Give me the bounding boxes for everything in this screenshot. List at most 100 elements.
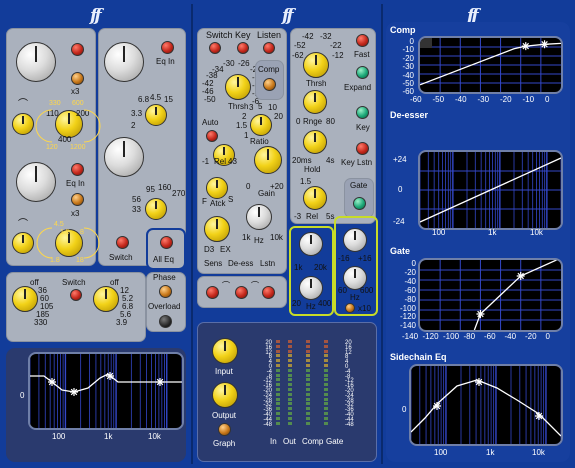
comp-key-button[interactable]	[237, 42, 249, 54]
grel-s-1: -3	[294, 212, 302, 221]
hpf-knob[interactable]	[12, 286, 38, 312]
input-knob[interactable]	[212, 338, 238, 364]
deess-d3-label: D3	[204, 245, 215, 254]
meter-segment	[306, 416, 310, 420]
deess-sens-knob[interactable]	[204, 216, 230, 242]
comp-threshold-knob[interactable]	[225, 74, 251, 100]
meter-segment	[324, 344, 328, 348]
eq-low-gain-knob[interactable]	[16, 42, 56, 82]
gate-range-knob[interactable]	[303, 90, 327, 114]
separator-right	[381, 4, 383, 464]
atck-s-1: S	[228, 195, 234, 204]
gate-y-label: -60	[404, 285, 416, 295]
gate-release-knob[interactable]	[303, 186, 327, 210]
comp-listen-button[interactable]	[263, 42, 275, 54]
meter-segment	[288, 340, 292, 343]
eq-himid-gain-knob[interactable]	[104, 42, 144, 82]
gate-threshold-knob[interactable]	[303, 52, 329, 78]
eq-mid-in-button[interactable]	[71, 163, 84, 176]
schpf-high: 600	[360, 286, 374, 295]
comp-on-button[interactable]	[263, 78, 276, 91]
eq-switch-button[interactable]	[116, 236, 129, 249]
eq-mid-gain-knob[interactable]	[16, 162, 56, 202]
output-label: Output	[212, 411, 237, 420]
band1-range-bracket	[35, 109, 53, 143]
gate-y-label: -100	[399, 303, 416, 313]
meter-segment	[276, 421, 280, 425]
ghold-s-0: 20ms	[292, 156, 312, 165]
deesser-y-0: +24	[393, 155, 407, 164]
comp-switch-button[interactable]	[209, 42, 221, 54]
comp-x-label: -50	[432, 95, 445, 104]
eq-low-x3-button[interactable]	[71, 72, 84, 85]
deess-freq-knob[interactable]	[246, 204, 272, 230]
expand-button[interactable]	[356, 66, 369, 79]
sc-hpf-knob-1[interactable]	[343, 228, 367, 252]
atck-label: Atck	[210, 199, 226, 208]
key-button[interactable]	[356, 106, 369, 119]
meter-segment	[306, 340, 310, 343]
schpf-s-1: +16	[358, 254, 372, 263]
phase-button[interactable]	[159, 285, 172, 298]
auto-button[interactable]	[206, 130, 218, 142]
grng-s-1: 80	[326, 117, 335, 126]
sc-lpf-knob-1[interactable]	[299, 232, 323, 256]
eq-himid-freq-knob[interactable]	[145, 104, 167, 126]
band2-range-bracket	[36, 227, 53, 259]
makeup-gain-knob[interactable]	[254, 146, 282, 174]
eq-high-gain-knob[interactable]	[104, 137, 144, 177]
gate-x-label: -40	[504, 332, 517, 341]
gate-hold-label: Hold	[304, 165, 321, 174]
attack-knob[interactable]	[206, 177, 228, 199]
tab-key[interactable]: Key	[235, 31, 251, 40]
lpf-knob[interactable]	[93, 286, 119, 312]
gate-on-button[interactable]	[353, 197, 366, 210]
band4-scale-4: 33	[132, 205, 141, 214]
gate-x-label: -140	[402, 332, 419, 341]
gate-rel-label: Rel	[306, 212, 319, 221]
eq-himid-in-button[interactable]	[161, 41, 174, 54]
sc-lpf-knob-2[interactable]	[299, 276, 323, 300]
gate-curve-line	[473, 260, 559, 330]
tab-listen[interactable]: Listen	[257, 31, 281, 40]
all-eq-button[interactable]	[160, 236, 173, 249]
gthr-2: -52	[294, 41, 306, 50]
gate-label: Gate	[350, 181, 368, 190]
meter-segment	[306, 407, 310, 411]
meter-segment	[306, 378, 310, 382]
eq-low-in-button[interactable]	[71, 43, 84, 56]
meter-segment	[288, 402, 292, 406]
meter-segment	[306, 344, 310, 348]
fast-button[interactable]	[356, 34, 369, 47]
gate-y-label: -80	[404, 294, 416, 304]
deess-listen-button[interactable]	[262, 286, 275, 299]
gate-hold-knob[interactable]	[303, 130, 327, 154]
meter-segment	[288, 383, 292, 387]
meter-segment	[324, 412, 328, 415]
eq-low-q-knob[interactable]	[12, 113, 34, 135]
logo-mid: ff	[282, 6, 294, 26]
gate-range-label: Rnge	[303, 117, 323, 126]
eq-high-freq-knob[interactable]	[145, 198, 167, 220]
deesser-x-1: 1k	[488, 228, 497, 237]
deess-switch-button[interactable]	[206, 286, 219, 299]
ratio-knob[interactable]	[250, 114, 272, 136]
filter-switch-button[interactable]	[70, 289, 82, 301]
eq-mid-x3-button[interactable]	[71, 193, 84, 206]
comp-thrsh-label: Thrsh	[228, 102, 249, 111]
meter-segment	[324, 373, 328, 377]
deess-mode-button[interactable]	[235, 286, 248, 299]
shelf-icon-low: ⌒	[18, 99, 28, 110]
graph-button[interactable]	[218, 423, 231, 436]
eq-graph-x-label-0: 100	[52, 432, 66, 441]
gate-x-label: -60	[484, 332, 496, 341]
output-knob[interactable]	[212, 382, 238, 408]
key-listen-button[interactable]	[356, 142, 369, 155]
eq-mid-q-knob[interactable]	[12, 232, 34, 254]
deess-mode-icon: ⌒	[222, 281, 230, 290]
x10-button[interactable]	[345, 303, 355, 313]
meter-segment	[324, 383, 328, 387]
tab-switch[interactable]: Switch	[206, 31, 233, 40]
meter-segment	[276, 344, 280, 348]
meter-out-label: Out	[283, 437, 296, 446]
